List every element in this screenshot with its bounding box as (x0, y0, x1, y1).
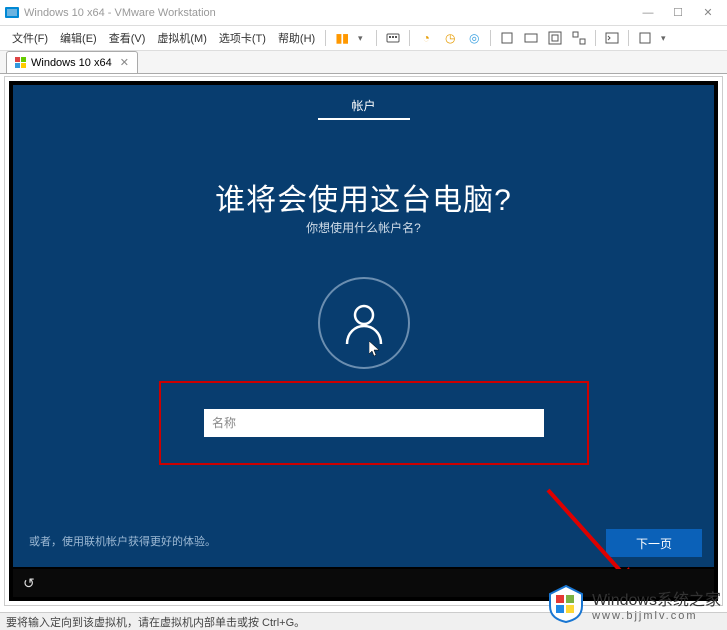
window-title: Windows 10 x64 - VMware Workstation (24, 7, 633, 19)
send-ctrl-alt-del-icon[interactable] (383, 28, 403, 48)
chevron-down-icon[interactable]: ▾ (653, 28, 673, 48)
user-avatar-icon (318, 277, 410, 369)
unity-icon[interactable] (569, 28, 589, 48)
snapshot-icon[interactable]: ◔ (416, 28, 436, 48)
separator (628, 30, 629, 46)
menu-vm[interactable]: 虚拟机(M) (151, 28, 213, 48)
offline-account-link[interactable]: 或者，使用联机帐户获得更好的体验。 (29, 533, 216, 549)
tab-close-icon[interactable]: ✕ (120, 56, 129, 69)
menu-help[interactable]: 帮助(H) (272, 28, 321, 48)
tab-bar: Windows 10 x64 ✕ (0, 50, 727, 74)
fit-window-icon[interactable] (521, 28, 541, 48)
oobe-heading: 谁将会使用这台电脑? (13, 175, 714, 219)
close-button[interactable]: ✕ (693, 3, 723, 23)
oobe-subheading: 你想使用什么帐户名? (13, 219, 714, 236)
highlight-annotation (159, 381, 589, 465)
vm-tab[interactable]: Windows 10 x64 ✕ (6, 51, 138, 73)
windows-icon (15, 57, 27, 69)
oobe-screen: 帐户 谁将会使用这台电脑? 你想使用什么帐户名? 或者，使用联机帐户获得更好的体… (13, 85, 714, 567)
console-icon[interactable] (602, 28, 622, 48)
snapshot-revert-icon[interactable]: ◷ (440, 28, 460, 48)
separator (376, 30, 377, 46)
back-icon[interactable]: ↺ (23, 575, 35, 592)
pause-icon[interactable]: ▮▮ (332, 28, 352, 48)
window-titlebar: Windows 10 x64 - VMware Workstation — ☐ … (0, 0, 727, 26)
status-text: 要将输入定向到该虚拟机，请在虚拟机内部单击或按 Ctrl+G。 (6, 617, 305, 629)
vm-black-border: 帐户 谁将会使用这台电脑? 你想使用什么帐户名? 或者，使用联机帐户获得更好的体… (9, 81, 718, 601)
vmware-app-icon (4, 5, 20, 21)
separator (409, 30, 410, 46)
snapshot-manager-icon[interactable]: ◎ (464, 28, 484, 48)
oobe-bottom-bar: ↺ (13, 569, 714, 597)
minimize-button[interactable]: — (633, 3, 663, 23)
maximize-button[interactable]: ☐ (663, 3, 693, 23)
menu-edit[interactable]: 编辑(E) (54, 28, 103, 48)
separator (595, 30, 596, 46)
tab-label: Windows 10 x64 (31, 57, 112, 69)
oobe-tab-account: 帐户 (317, 95, 409, 120)
menu-file[interactable]: 文件(F) (6, 28, 54, 48)
separator (325, 30, 326, 46)
username-input[interactable] (204, 409, 544, 437)
vm-viewport: 帐户 谁将会使用这台电脑? 你想使用什么帐户名? 或者，使用联机帐户获得更好的体… (4, 76, 723, 606)
menubar: 文件(F) 编辑(E) 查看(V) 虚拟机(M) 选项卡(T) 帮助(H) ▮▮… (0, 26, 727, 50)
menu-view[interactable]: 查看(V) (103, 28, 152, 48)
fullscreen-icon[interactable] (545, 28, 565, 48)
chevron-down-icon[interactable]: ▾ (350, 28, 370, 48)
stretch-icon[interactable] (635, 28, 655, 48)
next-button[interactable]: 下一页 (606, 529, 702, 557)
fit-guest-icon[interactable] (497, 28, 517, 48)
status-bar: 要将输入定向到该虚拟机，请在虚拟机内部单击或按 Ctrl+G。 (0, 612, 727, 630)
separator (490, 30, 491, 46)
window-controls: — ☐ ✕ (633, 3, 723, 23)
menu-tabs[interactable]: 选项卡(T) (213, 28, 272, 48)
